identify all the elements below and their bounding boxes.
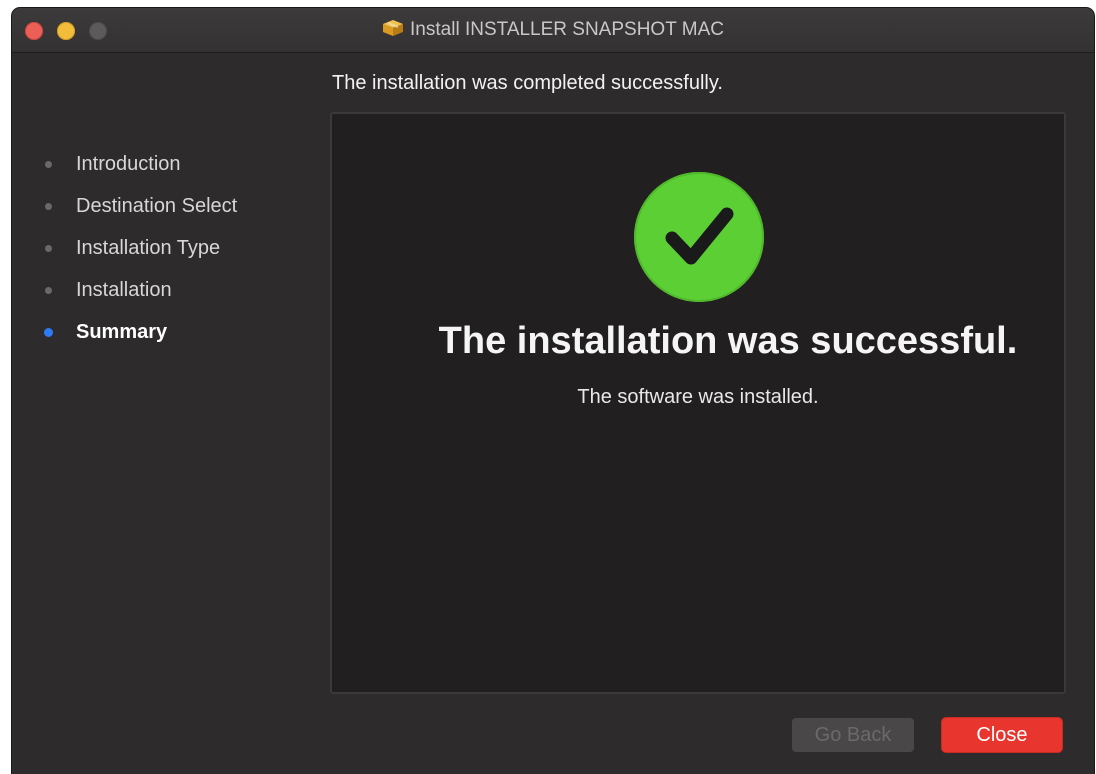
close-button[interactable]: Close	[942, 718, 1062, 752]
sidebar-item-introduction: Introduction	[38, 148, 328, 190]
success-subtitle: The software was installed.	[577, 386, 819, 408]
title-bar[interactable]: Install INSTALLER SNAPSHOT MAC	[12, 8, 1094, 53]
checkmark-icon	[634, 172, 764, 302]
success-title: The installation was successful.	[438, 320, 1018, 362]
active-step-dot-icon	[44, 328, 53, 337]
sidebar-item-summary: Summary	[38, 316, 328, 358]
step-dot-icon	[45, 203, 52, 210]
step-dot-icon	[45, 245, 52, 252]
package-icon	[382, 19, 404, 37]
window-title: Install INSTALLER SNAPSHOT MAC	[12, 18, 1094, 42]
sidebar-item-label: Destination Select	[76, 195, 238, 217]
sidebar-item-label: Installation	[76, 279, 172, 301]
sidebar-item-label: Summary	[76, 321, 168, 343]
page-heading: The installation was completed successfu…	[332, 72, 723, 94]
sidebar-item-destination-select: Destination Select	[38, 190, 328, 232]
installer-window: Install INSTALLER SNAPSHOT MAC The insta…	[12, 8, 1094, 774]
step-dot-icon	[45, 161, 52, 168]
sidebar-item-label: Introduction	[76, 153, 181, 175]
summary-panel: The installation was successful. The sof…	[330, 112, 1066, 694]
window-title-text: Install INSTALLER SNAPSHOT MAC	[410, 19, 724, 40]
go-back-button[interactable]: Go Back	[792, 718, 914, 752]
steps-sidebar: Introduction Destination Select Installa…	[38, 148, 328, 358]
sidebar-item-installation-type: Installation Type	[38, 232, 328, 274]
step-dot-icon	[45, 287, 52, 294]
sidebar-item-label: Installation Type	[76, 237, 221, 259]
sidebar-item-installation: Installation	[38, 274, 328, 316]
